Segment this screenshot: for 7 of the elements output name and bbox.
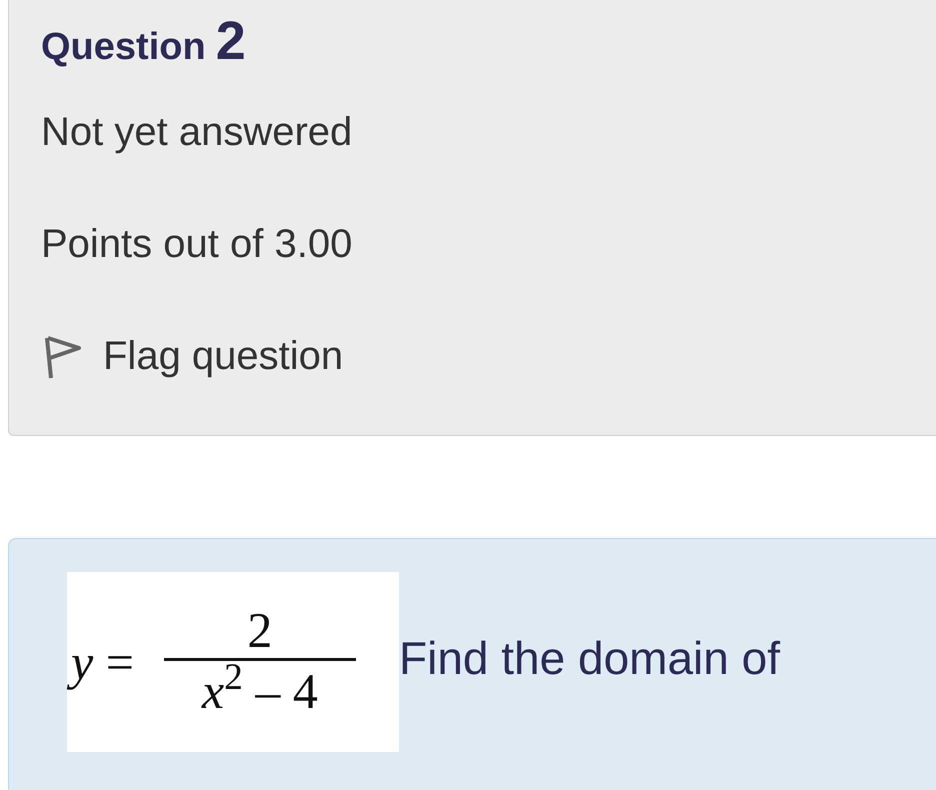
answer-status: Not yet answered [41, 109, 354, 156]
question-text: Find the domain of [399, 631, 780, 686]
points-text: Points out of 3.00 [41, 221, 354, 268]
formula: y = 2 x$^{2}$ – 4 [67, 572, 399, 752]
question-number: 2 [216, 14, 246, 68]
question-label: Question [41, 25, 206, 70]
flag-question-link[interactable]: Flag question [41, 326, 344, 386]
